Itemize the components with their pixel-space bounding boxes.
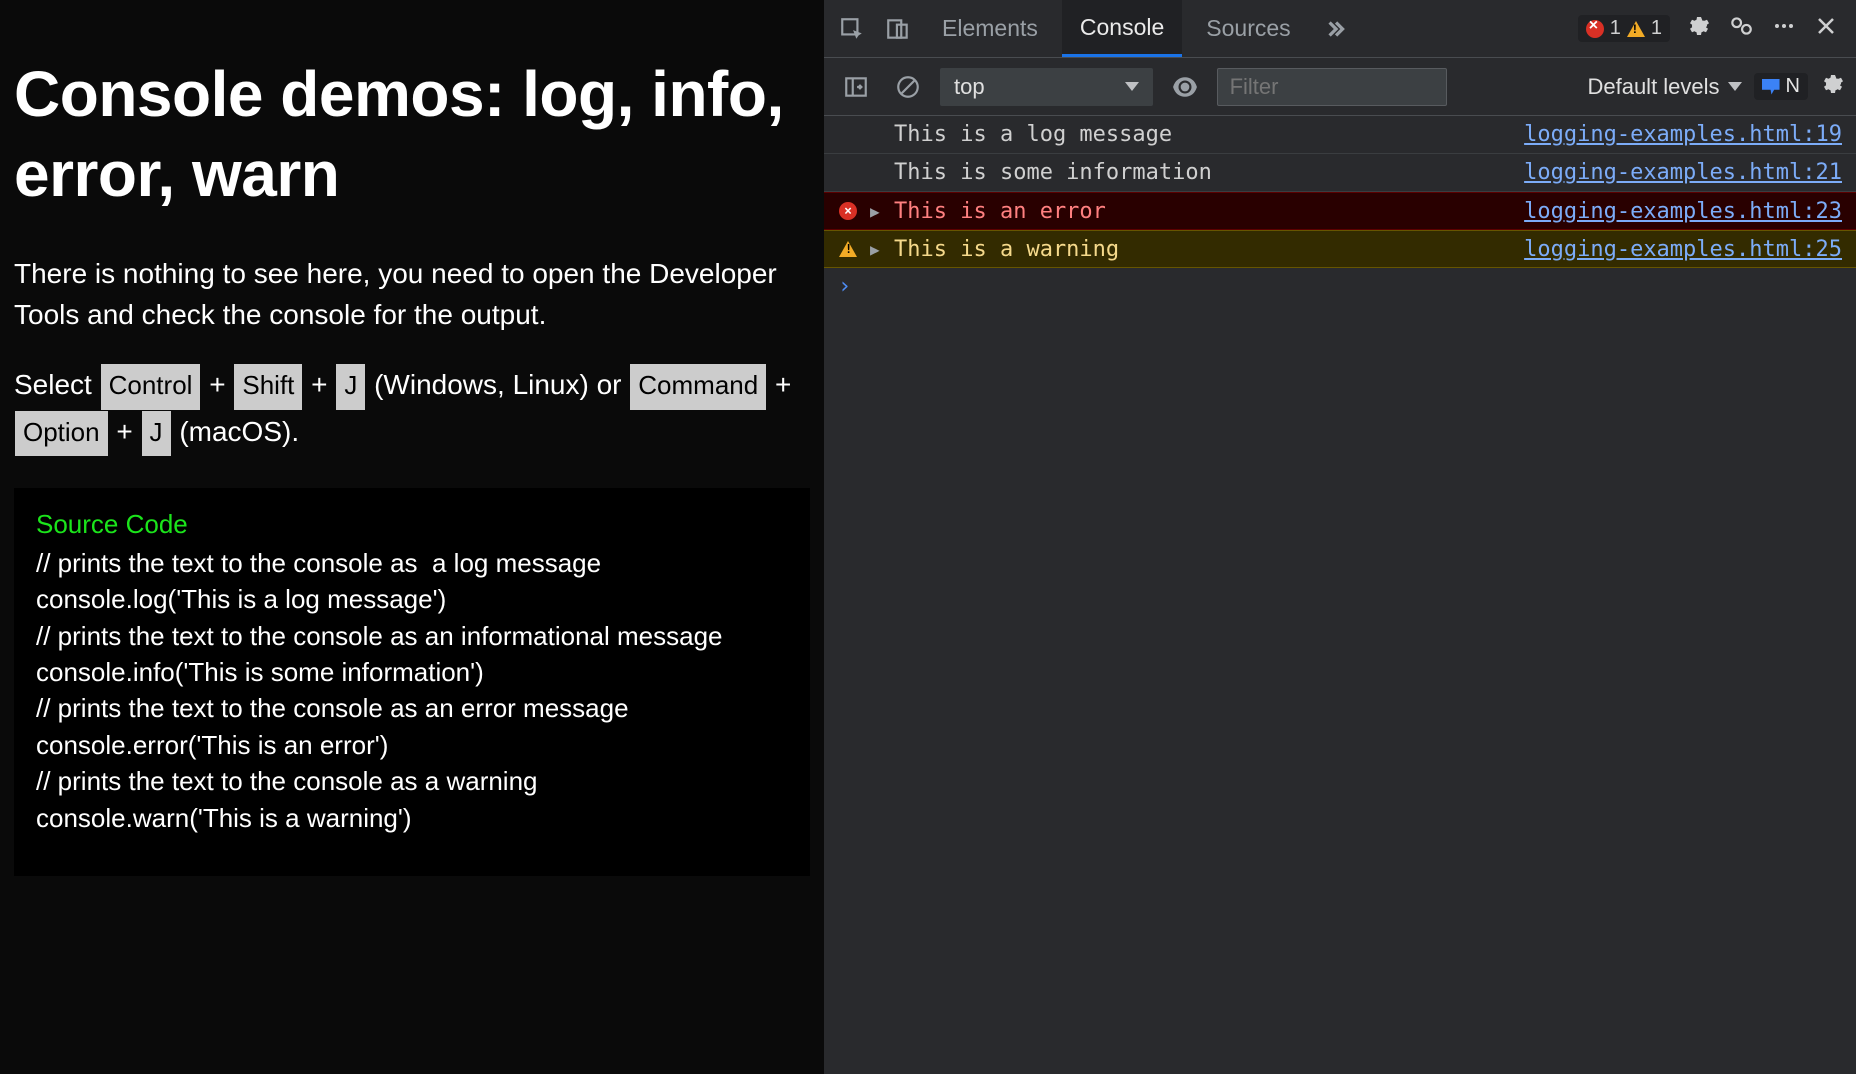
code-line: // prints the text to the console as an …	[36, 690, 788, 726]
tab-sources[interactable]: Sources	[1188, 0, 1308, 57]
console-settings-icon[interactable]	[1820, 72, 1844, 102]
close-devtools-icon[interactable]	[1814, 14, 1838, 44]
plus-3: +	[775, 369, 791, 400]
filter-input[interactable]	[1217, 68, 1447, 106]
levels-label: Default levels	[1587, 74, 1719, 100]
warning-count: 1	[1651, 17, 1662, 40]
code-line: // prints the text to the console as a w…	[36, 763, 788, 799]
log-message: This is an error	[894, 199, 1514, 224]
issue-icon	[1762, 79, 1780, 95]
issues-button[interactable]: N	[1754, 73, 1808, 100]
console-row-log[interactable]: This is a log message logging-examples.h…	[824, 116, 1856, 154]
console-row-warning[interactable]: ▶ This is a warning logging-examples.htm…	[824, 230, 1856, 268]
kbd-option: Option	[15, 411, 108, 457]
error-icon: ×	[836, 202, 860, 220]
source-link[interactable]: logging-examples.html:19	[1524, 122, 1842, 147]
warning-icon	[836, 241, 860, 257]
code-line: console.info('This is some information')	[36, 654, 788, 690]
log-message: This is some information	[894, 160, 1514, 185]
chevron-down-icon	[1728, 82, 1742, 91]
devtools-tabstrip: Elements Console Sources 1 1	[824, 0, 1856, 58]
error-icon	[1586, 20, 1604, 38]
live-expression-icon[interactable]	[1165, 67, 1205, 107]
clear-console-icon[interactable]	[888, 67, 928, 107]
tab-console[interactable]: Console	[1062, 0, 1182, 57]
chevron-down-icon	[1125, 82, 1139, 91]
page-title: Console demos: log, info, error, warn	[14, 54, 810, 214]
code-line: // prints the text to the console as an …	[36, 618, 788, 654]
inspect-element-icon[interactable]	[832, 9, 872, 49]
plus-4: +	[116, 416, 132, 447]
plus-1: +	[209, 369, 225, 400]
code-line: console.log('This is a log message')	[36, 581, 788, 617]
more-options-icon[interactable]	[1772, 14, 1796, 44]
kbd-shift: Shift	[234, 364, 302, 410]
code-line: console.error('This is an error')	[36, 727, 788, 763]
shortcut-text: Select Control + Shift + J (Windows, Lin…	[14, 363, 810, 456]
plus-2: +	[311, 369, 327, 400]
log-message: This is a log message	[894, 122, 1514, 147]
tab-elements[interactable]: Elements	[924, 0, 1056, 57]
warning-icon	[1627, 21, 1645, 37]
settings-icon[interactable]	[1686, 14, 1710, 44]
source-link[interactable]: logging-examples.html:23	[1524, 199, 1842, 224]
kbd-j-mac: J	[142, 411, 171, 457]
context-selector[interactable]: top	[940, 68, 1153, 106]
kbd-command: Command	[630, 364, 766, 410]
console-row-error[interactable]: × ▶ This is an error logging-examples.ht…	[824, 192, 1856, 230]
console-row-info[interactable]: This is some information logging-example…	[824, 154, 1856, 192]
error-warning-counts[interactable]: 1 1	[1578, 15, 1670, 42]
source-code-box: Source Code // prints the text to the co…	[14, 488, 810, 876]
toggle-sidebar-icon[interactable]	[836, 67, 876, 107]
demo-page: Console demos: log, info, error, warn Th…	[0, 0, 824, 1074]
context-value: top	[954, 74, 985, 100]
kbd-control: Control	[101, 364, 201, 410]
source-code-heading: Source Code	[36, 506, 788, 542]
keys-mid: (Windows, Linux) or	[374, 369, 629, 400]
code-line: console.warn('This is a warning')	[36, 800, 788, 836]
devtools-panel: Elements Console Sources 1 1	[824, 0, 1856, 1074]
log-message: This is a warning	[894, 237, 1514, 262]
console-toolbar: top Default levels N	[824, 58, 1856, 116]
intro-text: There is nothing to see here, you need t…	[14, 254, 810, 335]
code-line: // prints the text to the console as a l…	[36, 545, 788, 581]
console-prompt[interactable]: ›	[824, 268, 1856, 304]
customize-icon[interactable]	[1728, 13, 1754, 45]
device-toolbar-icon[interactable]	[878, 9, 918, 49]
error-count: 1	[1610, 17, 1621, 40]
keys-prefix: Select	[14, 369, 100, 400]
source-link[interactable]: logging-examples.html:25	[1524, 237, 1842, 262]
prompt-caret: ›	[838, 274, 851, 299]
expand-icon[interactable]: ▶	[870, 240, 884, 259]
log-levels-selector[interactable]: Default levels	[1587, 74, 1741, 100]
expand-icon[interactable]: ▶	[870, 202, 884, 221]
console-output: This is a log message logging-examples.h…	[824, 116, 1856, 304]
kbd-j-win: J	[336, 364, 365, 410]
keys-suffix: (macOS).	[179, 416, 299, 447]
more-tabs-icon[interactable]	[1315, 9, 1355, 49]
source-link[interactable]: logging-examples.html:21	[1524, 160, 1842, 185]
issues-count: N	[1786, 75, 1800, 98]
